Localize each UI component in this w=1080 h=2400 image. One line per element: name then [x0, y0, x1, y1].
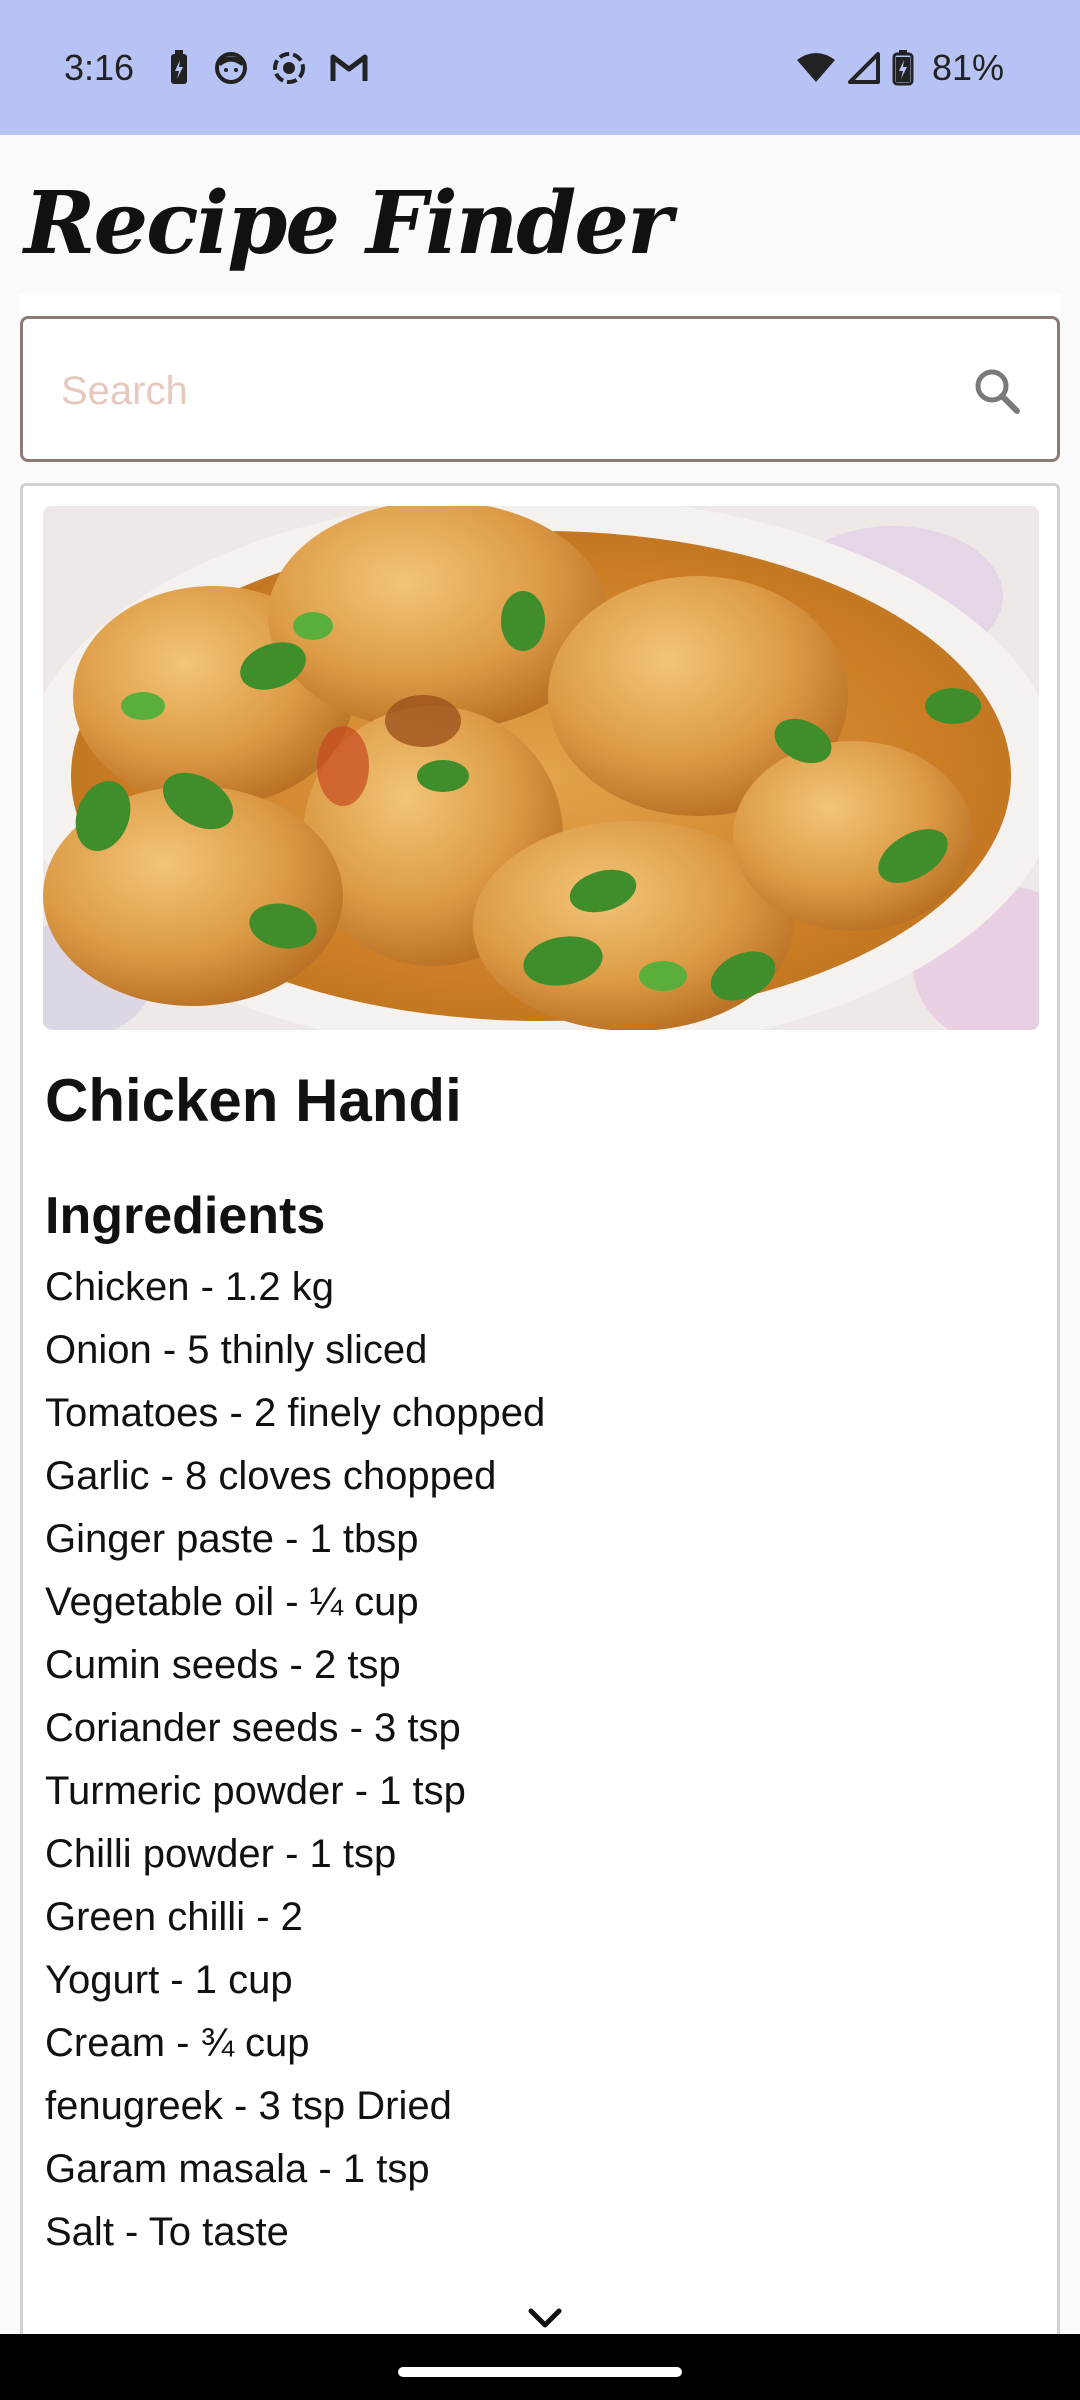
- status-time: 3:16: [64, 47, 135, 88]
- ingredient-item: Salt - To taste: [45, 2210, 289, 2254]
- search-box[interactable]: [20, 316, 1060, 462]
- ingredient-item: Coriander seeds - 3 tsp: [45, 1706, 461, 1750]
- app-header: Recipe Finder: [0, 135, 1080, 293]
- ingredient-item: Chicken - 1.2 kg: [45, 1265, 335, 1309]
- gmail-icon: [330, 54, 368, 81]
- ingredient-item: Tomatoes - 2 finely chopped: [45, 1391, 546, 1435]
- ingredient-item: Green chilli - 2: [45, 1895, 303, 1939]
- recipe-image: [43, 506, 1039, 1030]
- recipe-card[interactable]: Chicken Handi Ingredients Chicken - 1.2 …: [20, 483, 1060, 2400]
- ingredient-item: Garam masala - 1 tsp: [45, 2147, 430, 2191]
- cell-signal-icon: [847, 52, 880, 84]
- search-icon[interactable]: [971, 365, 1023, 417]
- screen-record-icon: [273, 52, 305, 84]
- notification-face-icon: [215, 52, 247, 84]
- chevron-down-icon[interactable]: [527, 2306, 563, 2330]
- ingredient-item: Vegetable oil - ¼ cup: [45, 1580, 419, 1624]
- ingredients-list: Chicken - 1.2 kg Onion - 5 thinly sliced…: [45, 1256, 545, 2264]
- status-right-icons: 81%: [796, 44, 1004, 92]
- ingredient-item: Onion - 5 thinly sliced: [45, 1328, 428, 1372]
- recipe-title: Chicken Handi: [45, 1067, 462, 1134]
- ingredient-item: Garlic - 8 cloves chopped: [45, 1454, 497, 1498]
- status-left-icons: [168, 50, 368, 86]
- battery-percentage: 81%: [931, 47, 1004, 88]
- search-input[interactable]: [61, 361, 961, 421]
- battery-charging-icon: [892, 50, 914, 86]
- ingredient-item: Cream - ¾ cup: [45, 2021, 310, 2065]
- battery-saver-icon: [171, 50, 187, 84]
- navigation-bar: [0, 2334, 1080, 2400]
- ingredient-item: Yogurt - 1 cup: [45, 1958, 293, 2002]
- ingredient-item: fenugreek - 3 tsp Dried: [45, 2084, 452, 2128]
- ingredient-item: Chilli powder - 1 tsp: [45, 1832, 397, 1876]
- ingredient-item: Turmeric powder - 1 tsp: [45, 1769, 466, 1813]
- ingredients-heading: Ingredients: [45, 1187, 326, 1245]
- home-gesture-handle[interactable]: [398, 2367, 682, 2377]
- status-bar: 3:16 81%: [0, 0, 1080, 135]
- app-title: Recipe Finder: [24, 173, 672, 274]
- ingredient-item: Cumin seeds - 2 tsp: [45, 1643, 401, 1687]
- search-bar: [20, 294, 1060, 462]
- ingredient-item: Ginger paste - 1 tbsp: [45, 1517, 419, 1561]
- wifi-icon: [796, 53, 835, 82]
